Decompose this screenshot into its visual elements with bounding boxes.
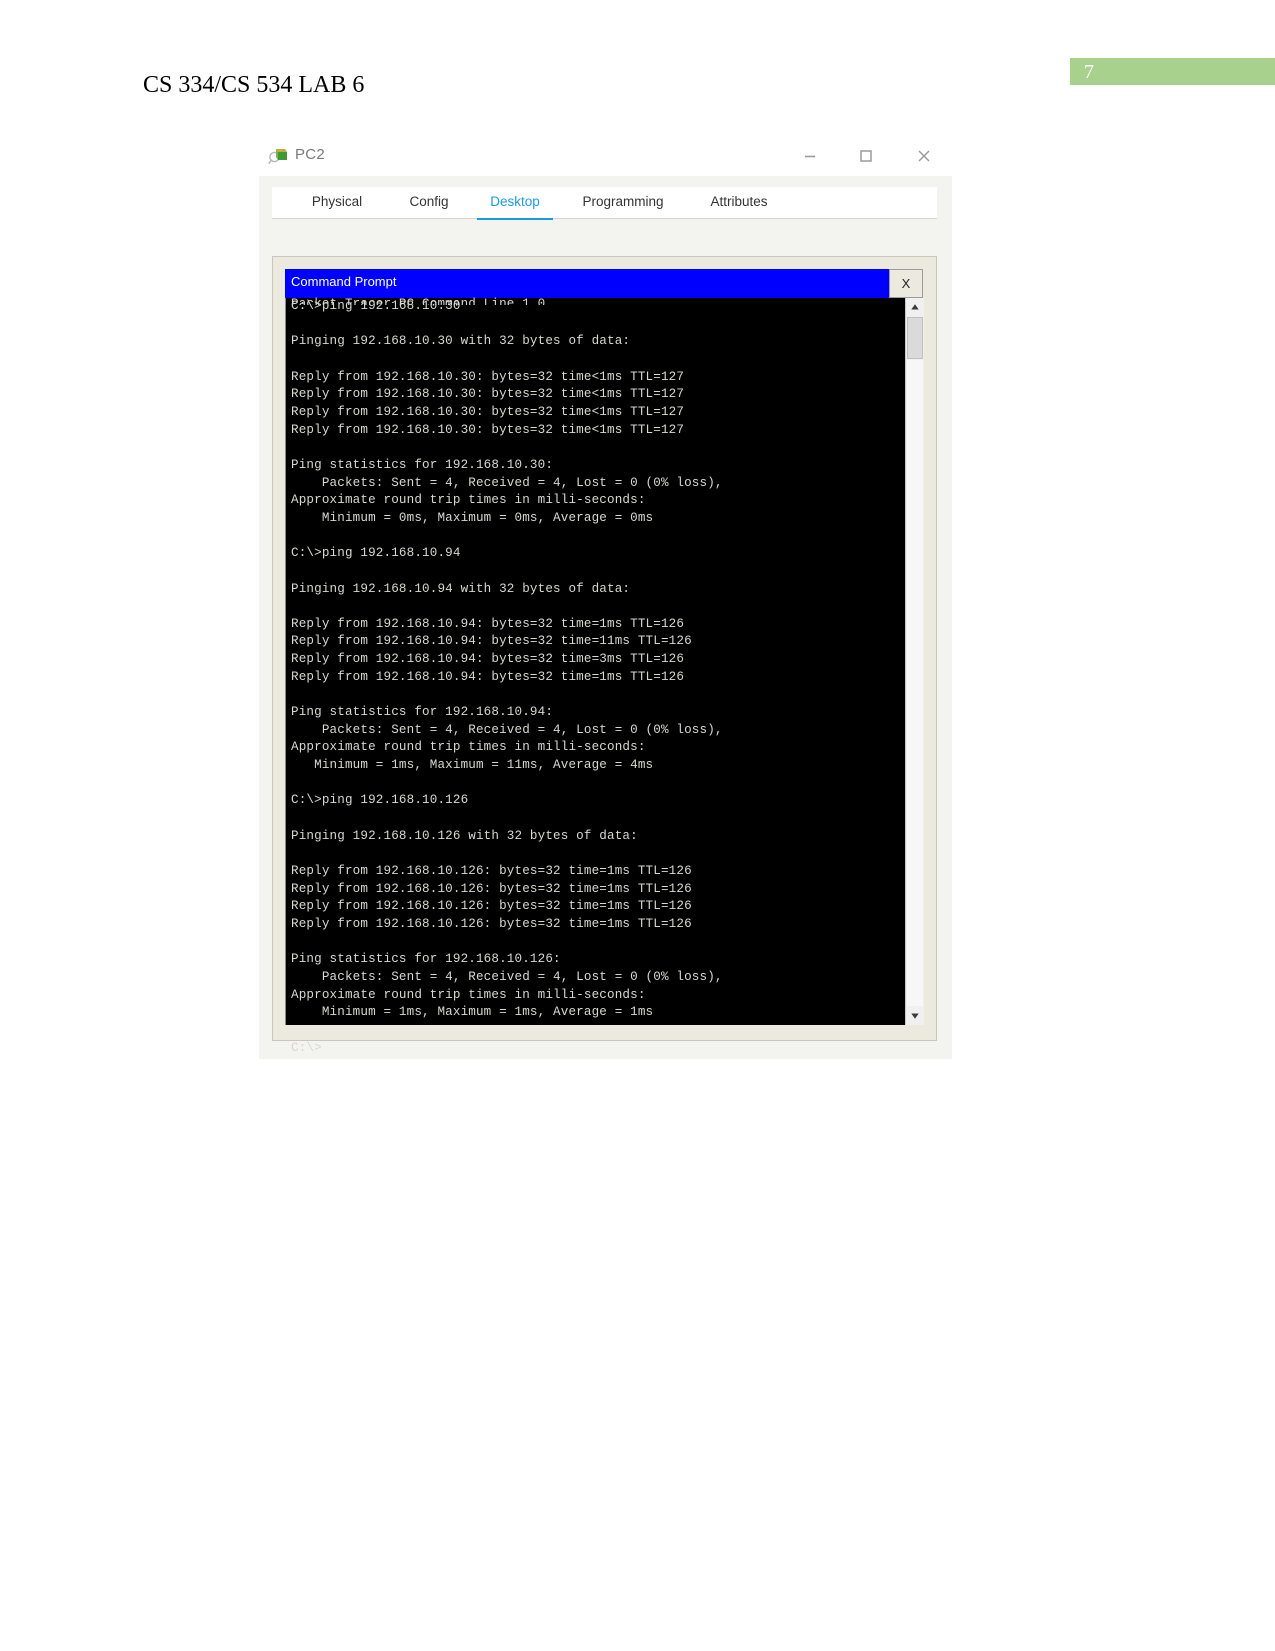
tab-attributes[interactable]: Attributes xyxy=(695,187,783,218)
window-title: PC2 xyxy=(295,146,326,163)
window-body: Physical Config Desktop Programming Attr… xyxy=(259,176,952,1059)
minimize-button[interactable] xyxy=(787,136,833,176)
minimize-icon xyxy=(805,155,815,158)
close-icon xyxy=(918,150,930,162)
maximize-icon xyxy=(860,150,872,162)
command-prompt-title: Command Prompt xyxy=(291,274,397,289)
pc-window: PC2 Physical Config Desktop Programming … xyxy=(259,136,952,1059)
tab-physical-label: Physical xyxy=(311,194,363,209)
command-prompt-close-button[interactable]: X xyxy=(889,269,923,298)
document-header: 7 CS 334/CS 534 LAB 6 xyxy=(0,0,1275,120)
tab-desktop[interactable]: Desktop xyxy=(477,187,553,220)
tab-attributes-label: Attributes xyxy=(710,194,768,209)
packet-tracer-icon xyxy=(268,146,288,166)
scroll-up-icon[interactable] xyxy=(906,298,924,316)
command-prompt-titlebar: Command Prompt X xyxy=(285,269,923,298)
terminal-output: C:\>ping 192.168.10.30 Pinging 192.168.1… xyxy=(291,299,723,1055)
terminal-scrollbar[interactable] xyxy=(905,298,924,1025)
tab-config-label: Config xyxy=(409,194,449,209)
scrollbar-thumb[interactable] xyxy=(907,317,923,359)
page-number-banner: 7 xyxy=(1070,58,1275,85)
tab-bar: Physical Config Desktop Programming Attr… xyxy=(272,187,937,220)
scrollbar-track[interactable] xyxy=(907,360,923,1006)
tab-desktop-label: Desktop xyxy=(490,194,540,209)
maximize-button[interactable] xyxy=(843,136,889,176)
tab-config[interactable]: Config xyxy=(394,187,464,218)
command-prompt-window: Command Prompt X Packet Tracer PC Comman… xyxy=(272,256,937,1055)
tab-physical[interactable]: Physical xyxy=(297,187,377,218)
scroll-down-icon[interactable] xyxy=(906,1007,924,1025)
window-titlebar: PC2 xyxy=(259,136,952,176)
page-number: 7 xyxy=(1084,61,1094,83)
terminal[interactable]: Packet Tracer PC Command Line 1.0 C:\>pi… xyxy=(285,297,924,1055)
document-title: CS 334/CS 534 LAB 6 xyxy=(143,72,365,98)
tab-programming-label: Programming xyxy=(582,194,664,209)
close-button[interactable] xyxy=(901,136,947,176)
tab-programming[interactable]: Programming xyxy=(568,187,678,218)
